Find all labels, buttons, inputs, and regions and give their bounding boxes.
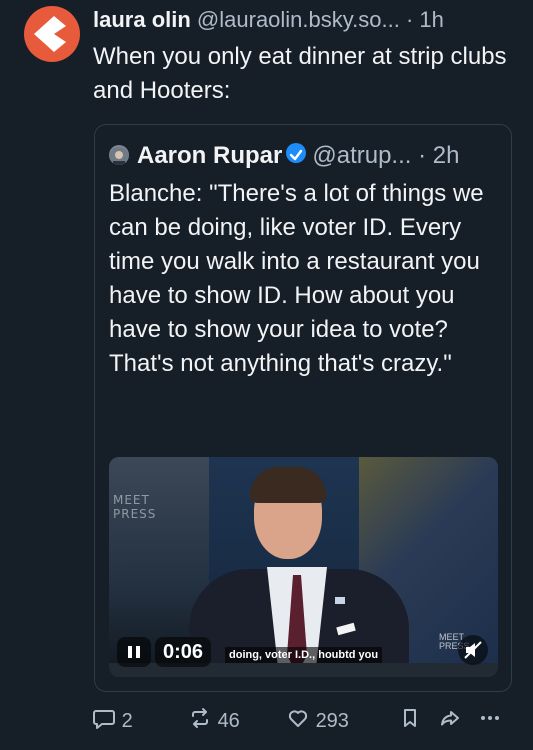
repost-button[interactable]: 46 <box>188 706 240 734</box>
repost-arrows-icon <box>192 708 208 728</box>
heart-icon <box>288 710 308 727</box>
quoted-post-header: Aaron Rupar @atrup... · 2h <box>109 141 499 171</box>
flag-pin <box>335 597 345 604</box>
pause-icon-bar <box>136 646 140 658</box>
studio-logo-line2: PRESS <box>113 507 157 521</box>
quoted-author-avatar[interactable] <box>109 145 129 165</box>
quoted-author-name[interactable]: Aaron Rupar <box>137 142 282 169</box>
speech-bubble-icon <box>93 710 115 729</box>
share-button[interactable] <box>438 706 462 734</box>
reply-button[interactable]: 2 <box>92 706 133 734</box>
author-avatar[interactable] <box>24 6 80 62</box>
pause-button[interactable] <box>117 637 151 667</box>
speaker-hair <box>250 467 326 503</box>
pause-icon <box>128 646 132 658</box>
quoted-post[interactable]: Aaron Rupar @atrup... · 2h Blanche: "The… <box>94 124 512 692</box>
post-header: laura olin @lauraolin.bsky.so... · 1h <box>93 6 523 34</box>
bookmark-icon <box>404 709 416 727</box>
studio-logo-line1: MEET <box>113 493 150 507</box>
ellipsis-icon <box>481 716 499 720</box>
video-caption: doing, voter I.D., houbtd you <box>225 647 383 663</box>
share-arrow-icon <box>441 711 459 726</box>
quoted-post-text: Blanche: "There's a lot of things we can… <box>109 180 484 377</box>
like-button[interactable]: 293 <box>286 706 349 734</box>
quoted-post-time[interactable]: 2h <box>433 142 460 169</box>
repost-count: 46 <box>217 710 240 732</box>
mute-icon <box>464 641 482 659</box>
avatar-face-icon <box>109 147 129 165</box>
video-timestamp: 0:06 <box>155 637 212 667</box>
bookmark-button[interactable] <box>398 706 422 734</box>
post-text: When you only eat dinner at strip clubs … <box>93 43 507 104</box>
author-handle[interactable]: @lauraolin.bsky.so... <box>197 7 400 32</box>
separator-dot: · <box>418 142 427 169</box>
reply-count: 2 <box>121 710 133 732</box>
mute-button[interactable] <box>458 635 488 665</box>
post[interactable]: laura olin @lauraolin.bsky.so... · 1h Wh… <box>0 0 533 750</box>
avatar-logo-icon <box>34 16 66 52</box>
like-count: 293 <box>315 710 349 732</box>
quoted-author-handle[interactable]: @atrup... <box>312 142 411 169</box>
post-time[interactable]: 1h <box>419 7 443 32</box>
author-name[interactable]: laura olin <box>93 7 191 32</box>
verified-check-icon <box>286 143 307 163</box>
separator-dot: · <box>405 7 414 32</box>
studio-logo: MEET PRESS <box>113 493 156 521</box>
action-bar: 2 46 293 <box>92 706 512 734</box>
more-options-button[interactable] <box>478 706 502 734</box>
video-player[interactable]: MEET PRESS 0:06 doing, voter I.D., houbt… <box>109 457 498 677</box>
